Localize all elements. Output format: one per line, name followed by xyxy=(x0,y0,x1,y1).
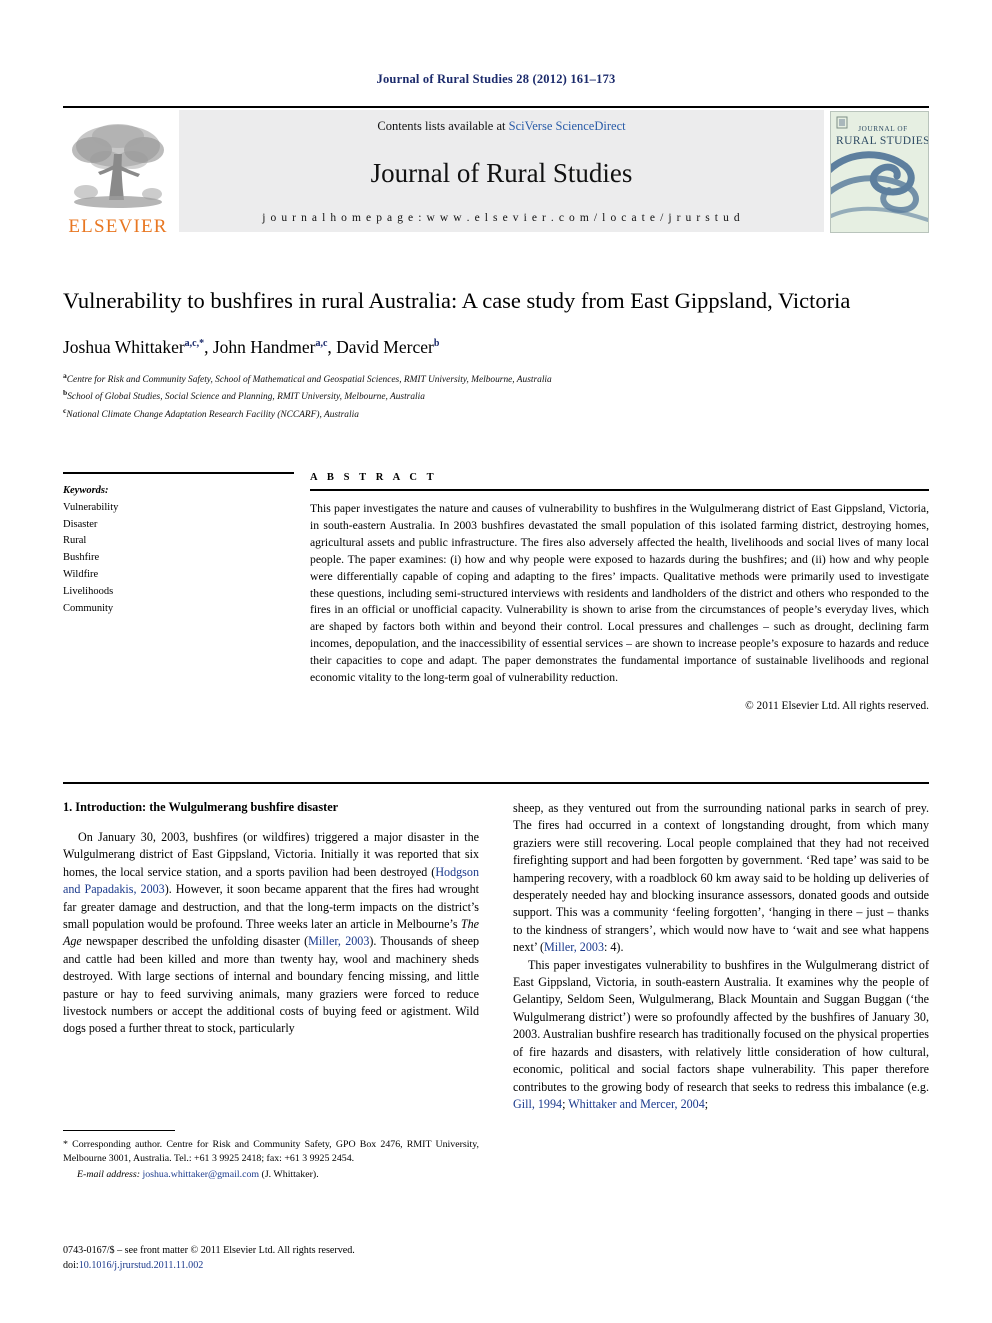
author-affil-marks: a,c xyxy=(315,337,328,349)
corresponding-author-note: * Corresponding author. Centre for Risk … xyxy=(63,1139,479,1165)
citation-link[interactable]: Miller, 2003 xyxy=(544,940,604,954)
left-column: 1. Introduction: the Wulgulmerang bushfi… xyxy=(63,800,479,1180)
abstract-area: Keywords: Vulnerability Disaster Rural B… xyxy=(63,472,929,712)
email-note: E-mail address: joshua.whittaker@gmail.c… xyxy=(63,1169,479,1180)
journal-homepage[interactable]: j o u r n a l h o m e p a g e : w w w . … xyxy=(262,212,741,224)
page-title: Vulnerability to bushfires in rural Aust… xyxy=(63,288,851,313)
paragraph-text: ; xyxy=(704,1096,709,1111)
contents-box: Contents lists available at SciVerse Sci… xyxy=(179,110,824,232)
doi-link[interactable]: 10.1016/j.jrurstud.2011.11.002 xyxy=(79,1260,204,1271)
keyword-item: Vulnerability xyxy=(63,501,119,513)
keyword-item: Disaster xyxy=(63,518,98,530)
doi-prefix: doi: xyxy=(63,1260,79,1272)
paragraph: sheep, as they ventured out from the sur… xyxy=(513,800,929,957)
footnote-rule xyxy=(63,1130,175,1131)
journal-title: Journal of Rural Studies xyxy=(370,157,633,188)
paragraph: On January 30, 2003, bushfires (or wildf… xyxy=(63,829,479,1038)
abstract-copyright: © 2011 Elsevier Ltd. All rights reserved… xyxy=(745,699,929,712)
affiliation-text: Centre for Risk and Community Safety, Sc… xyxy=(66,374,552,385)
affiliation-item: aCentre for Risk and Community Safety, S… xyxy=(63,370,929,388)
keywords-heading: Keywords: xyxy=(63,485,109,496)
keyword-item: Rural xyxy=(63,535,87,547)
right-column: sheep, as they ventured out from the sur… xyxy=(513,800,929,1113)
footnote-block: * Corresponding author. Centre for Risk … xyxy=(63,1130,479,1180)
keywords-block: Keywords: Vulnerability Disaster Rural B… xyxy=(63,472,294,712)
keyword-item: Community xyxy=(63,602,114,614)
author-name: David Mercer xyxy=(336,336,434,357)
keywords-rule xyxy=(63,472,294,474)
author-affil-marks: a,c,* xyxy=(184,337,205,349)
keyword-item: Wildfire xyxy=(63,568,99,580)
sciencedirect-link[interactable]: SciVerse ScienceDirect xyxy=(509,119,626,133)
paragraph-text: This paper investigates vulnerability to… xyxy=(513,957,929,1094)
svg-text:JOURNAL OF: JOURNAL OF xyxy=(858,125,907,133)
svg-text:RURAL STUDIES: RURAL STUDIES xyxy=(836,135,928,147)
paragraph: This paper investigates vulnerability to… xyxy=(513,957,929,1114)
abstract-label: A B S T R A C T xyxy=(310,472,438,483)
article-page: Journal of Rural Studies 28 (2012) 161–1… xyxy=(0,0,992,1323)
author-name: Joshua Whittaker xyxy=(63,336,185,357)
affiliation-text: National Climate Change Adaptation Resea… xyxy=(66,410,359,421)
keyword-item: Bushfire xyxy=(63,552,100,564)
contents-available-line: Contents lists available at SciVerse Sci… xyxy=(377,119,625,134)
email-link[interactable]: joshua.whittaker@gmail.com xyxy=(142,1169,259,1180)
paragraph-text: : 4). xyxy=(604,940,624,955)
doi-line: doi:10.1016/j.jrurstud.2011.11.002 xyxy=(63,1258,479,1273)
elsevier-tree-icon xyxy=(66,120,170,216)
affiliation-list: aCentre for Risk and Community Safety, S… xyxy=(63,370,929,423)
author-list: Joshua Whittakera,c,*, John Handmera,c, … xyxy=(63,336,440,357)
abstract-rule xyxy=(310,489,929,491)
paragraph-text: ). Thousands of sheep and cattle had bee… xyxy=(63,934,479,1036)
paragraph-text: sheep, as they ventured out from the sur… xyxy=(513,801,929,955)
email-suffix: (J. Whittaker). xyxy=(259,1169,319,1181)
footer-issn-block: 0743-0167/$ – see front matter © 2011 El… xyxy=(63,1243,479,1273)
paragraph-text: On January 30, 2003, bushfires (or wildf… xyxy=(63,830,479,879)
contents-prefix: Contents lists available at xyxy=(377,119,509,133)
abstract-text: This paper investigates the nature and c… xyxy=(310,502,929,685)
keyword-item: Livelihoods xyxy=(63,585,114,597)
affiliation-text: School of Global Studies, Social Science… xyxy=(67,392,425,403)
body-columns: 1. Introduction: the Wulgulmerang bushfi… xyxy=(63,800,929,1180)
journal-masthead: ELSEVIER Contents lists available at Sci… xyxy=(63,106,929,236)
issn-line: 0743-0167/$ – see front matter © 2011 El… xyxy=(63,1245,355,1256)
title-block: Vulnerability to bushfires in rural Aust… xyxy=(63,286,929,423)
citation-link[interactable]: Gill, 1994 xyxy=(513,1097,562,1111)
citation-link[interactable]: Whittaker and Mercer, 2004 xyxy=(568,1097,705,1111)
journal-cover-thumbnail: JOURNAL OF RURAL STUDIES xyxy=(830,111,929,233)
elsevier-wordmark: ELSEVIER xyxy=(68,216,168,237)
affiliation-item: bSchool of Global Studies, Social Scienc… xyxy=(63,387,929,405)
paragraph-text: newspaper described the unfolding disast… xyxy=(81,934,309,949)
section-heading: 1. Introduction: the Wulgulmerang bushfi… xyxy=(63,800,339,814)
author-affil-marks: b xyxy=(433,337,440,349)
citation-link[interactable]: Miller, 2003 xyxy=(308,934,369,948)
affiliation-item: cNational Climate Change Adaptation Rese… xyxy=(63,405,929,423)
body-separator-rule xyxy=(63,782,929,784)
running-head: Journal of Rural Studies 28 (2012) 161–1… xyxy=(376,72,616,86)
email-label: E-mail address: xyxy=(77,1169,140,1181)
author-name: John Handmer xyxy=(212,336,316,357)
abstract-block: A B S T R A C T This paper investigates … xyxy=(310,472,929,712)
elsevier-logo: ELSEVIER xyxy=(63,108,173,236)
